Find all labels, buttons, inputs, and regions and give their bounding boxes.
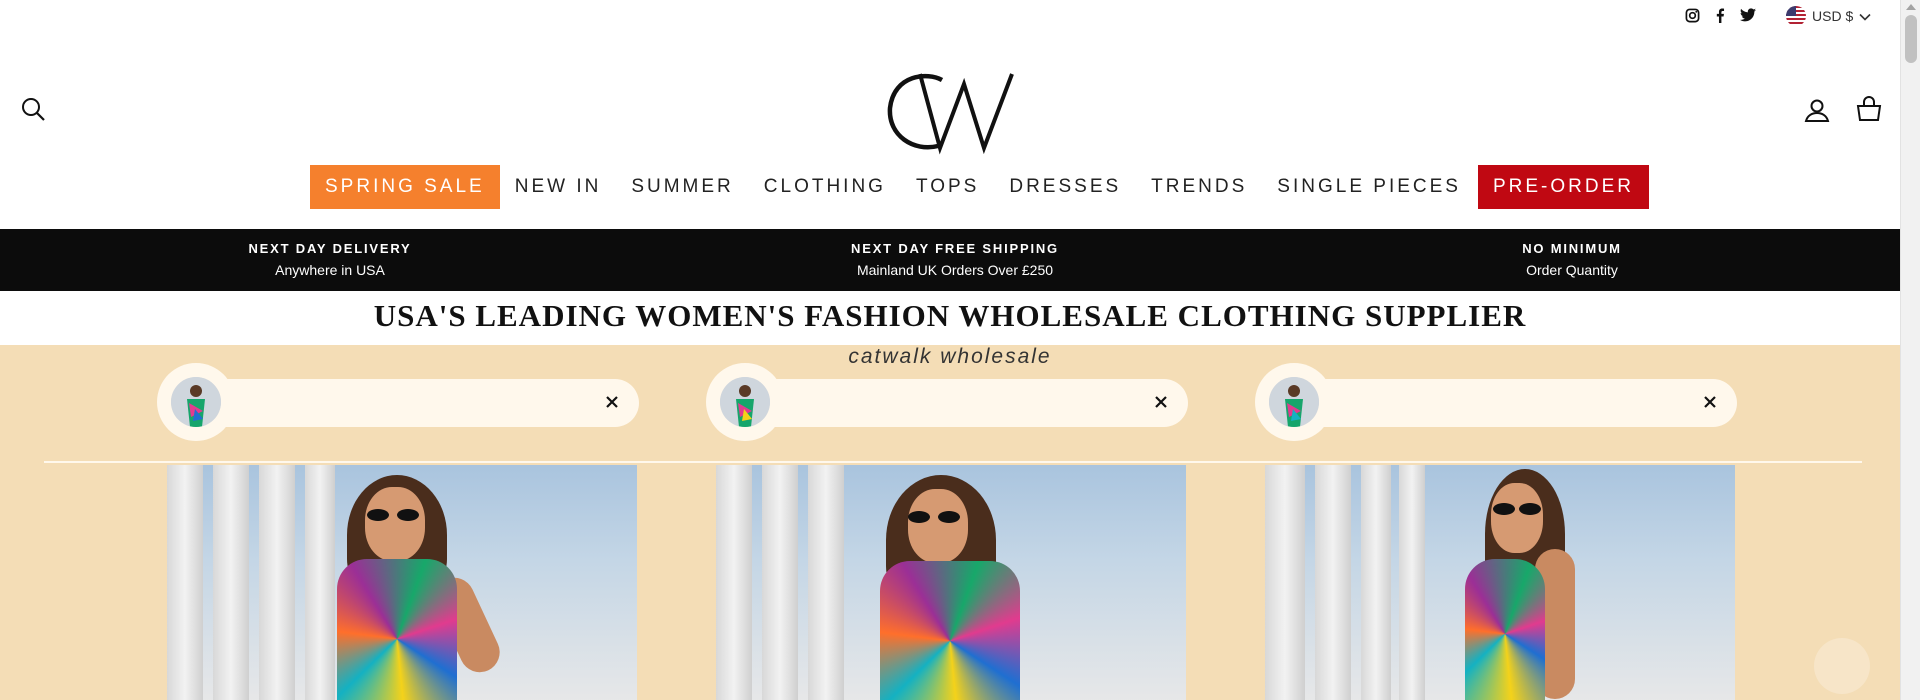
currency-selector[interactable]: USD $ [1786,6,1871,26]
close-icon[interactable] [1699,391,1721,413]
announcement-title: NEXT DAY FREE SHIPPING [851,241,1059,256]
model-figure [327,475,567,700]
nav-item-trends[interactable]: TRENDS [1136,165,1262,209]
story-thumbnail [1269,377,1319,427]
hero-divider [44,461,1862,463]
nav-item-new-in[interactable]: NEW IN [500,165,617,209]
background-pillar [1361,465,1391,700]
background-pillar [1315,465,1351,700]
instagram-icon[interactable] [1684,7,1700,23]
currency-label: USD $ [1812,8,1854,24]
model-figure [866,475,1106,700]
announcement-delivery: NEXT DAY DELIVERY Anywhere in USA [150,241,510,278]
background-pillar [167,465,203,700]
story-avatar[interactable] [1255,363,1333,441]
social-links [1684,7,1756,23]
story-pill[interactable] [1255,363,1737,441]
story-avatar[interactable] [706,363,784,441]
background-pillar [213,465,249,700]
scrollbar-thumb[interactable] [1905,15,1917,63]
background-pillar [1265,465,1305,700]
nav-item-tops[interactable]: TOPS [901,165,994,209]
twitter-icon[interactable] [1740,7,1756,23]
story-pill[interactable] [706,363,1188,441]
background-pillar [716,465,752,700]
search-icon[interactable] [20,96,46,122]
cart-icon[interactable] [1856,96,1882,122]
story-bar [726,379,1188,427]
brand-logo[interactable] [880,66,1020,156]
chevron-down-icon [1859,8,1871,24]
product-image[interactable] [167,465,637,700]
announcement-subtitle: Anywhere in USA [275,262,385,278]
nav-item-spring-sale[interactable]: SPRING SALE [310,165,500,209]
background-pillar [808,465,844,700]
hero-banner: catwalk wholesale [0,345,1900,700]
close-icon[interactable] [601,391,623,413]
top-utility-bar: USD $ [0,0,1900,30]
main-nav: SPRING SALE NEW IN SUMMER CLOTHING TOPS … [310,165,1649,209]
background-pillar [762,465,798,700]
announcement-bar: NEXT DAY DELIVERY Anywhere in USA NEXT D… [0,229,1900,291]
facebook-icon[interactable] [1712,7,1728,23]
announcement-title: NEXT DAY DELIVERY [248,241,412,256]
us-flag-icon [1786,6,1806,26]
story-thumbnail [720,377,770,427]
page-headline: USA'S LEADING WOMEN'S FASHION WHOLESALE … [373,298,1527,333]
announcement-title: NO MINIMUM [1522,241,1622,256]
background-pillar [1399,465,1425,700]
announcement-minimum: NO MINIMUM Order Quantity [1392,241,1752,278]
model-figure [1465,469,1685,700]
product-image[interactable] [1265,465,1735,700]
nav-item-pre-order[interactable]: PRE-ORDER [1477,165,1649,209]
announcement-subtitle: Order Quantity [1526,262,1618,278]
account-icon[interactable] [1804,97,1830,123]
nav-item-summer[interactable]: SUMMER [616,165,748,209]
announcement-shipping: NEXT DAY FREE SHIPPING Mainland UK Order… [775,241,1135,278]
story-bar [1275,379,1737,427]
close-icon[interactable] [1150,391,1172,413]
product-image[interactable] [716,465,1186,700]
chat-widget[interactable] [1814,638,1870,694]
scroll-up-arrow[interactable] [1906,4,1916,10]
story-bar [177,379,639,427]
page-scrollbar[interactable] [1900,0,1920,700]
story-avatar[interactable] [157,363,235,441]
nav-item-single-pieces[interactable]: SINGLE PIECES [1262,165,1476,209]
nav-item-dresses[interactable]: DRESSES [994,165,1136,209]
announcement-subtitle: Mainland UK Orders Over £250 [856,262,1054,278]
nav-item-clothing[interactable]: CLOTHING [749,165,901,209]
story-thumbnail [171,377,221,427]
story-pill[interactable] [157,363,639,441]
background-pillar [259,465,295,700]
